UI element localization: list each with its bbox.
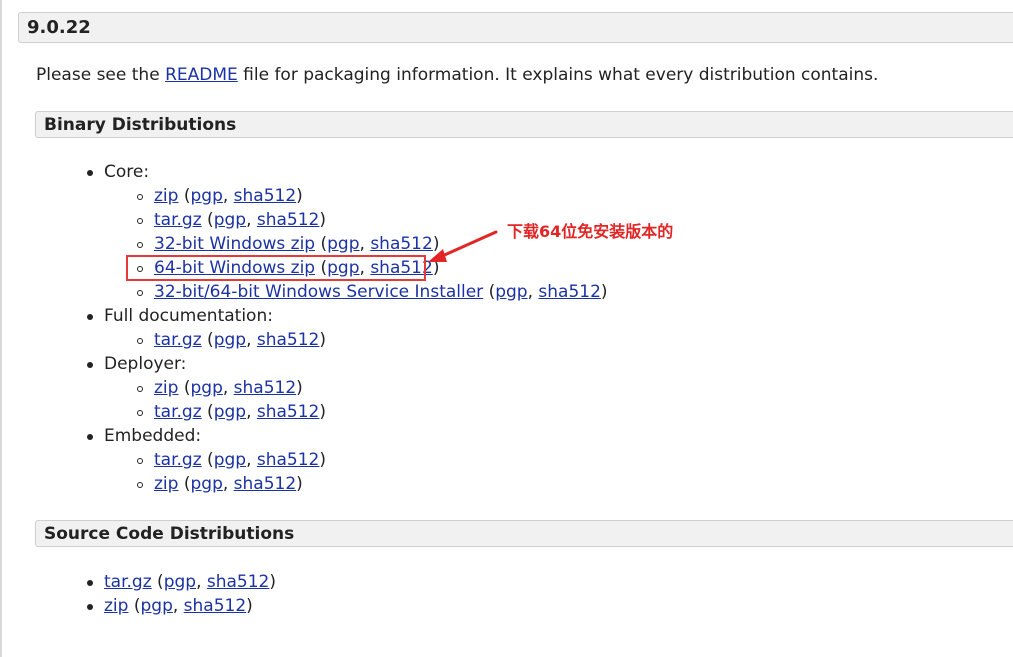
- sha512-link[interactable]: sha512: [257, 330, 320, 350]
- highlight-box: [126, 255, 426, 281]
- version-header: 9.0.22: [18, 12, 1013, 43]
- binary-distributions-title: Binary Distributions: [44, 115, 237, 135]
- bullet-disc: [87, 580, 93, 586]
- deployer-targz-link[interactable]: tar.gz: [154, 402, 202, 422]
- bullet-circle: [137, 338, 143, 344]
- source-targz-link[interactable]: tar.gz: [104, 572, 152, 592]
- sha512-link[interactable]: sha512: [257, 450, 320, 470]
- pgp-link[interactable]: pgp: [214, 210, 246, 230]
- pgp-link[interactable]: pgp: [140, 596, 172, 616]
- sha512-link[interactable]: sha512: [234, 186, 297, 206]
- embedded-targz-link[interactable]: tar.gz: [154, 450, 202, 470]
- download-item: tar.gz (pgp, sha512): [154, 402, 327, 422]
- deployer-zip-link[interactable]: zip: [154, 378, 178, 398]
- sha512-link[interactable]: sha512: [538, 282, 601, 302]
- bullet-disc: [87, 314, 93, 320]
- bullet-disc: [87, 434, 93, 440]
- version-title: 9.0.22: [27, 17, 91, 38]
- core-service-installer-link[interactable]: 32-bit/64-bit Windows Service Installer: [154, 282, 483, 302]
- download-item: zip (pgp, sha512): [104, 596, 253, 616]
- download-item: zip (pgp, sha512): [154, 474, 303, 494]
- pgp-link[interactable]: pgp: [214, 450, 246, 470]
- core-targz-link[interactable]: tar.gz: [154, 210, 202, 230]
- page-left-border: [0, 0, 2, 657]
- sha512-link[interactable]: sha512: [257, 210, 320, 230]
- binary-distributions-header: Binary Distributions: [35, 111, 1013, 138]
- sha512-link[interactable]: sha512: [370, 234, 433, 254]
- annotation-text: 下载64位免安装版本的: [507, 222, 674, 241]
- download-item: zip (pgp, sha512): [154, 378, 303, 398]
- bullet-circle: [137, 242, 143, 248]
- pgp-link[interactable]: pgp: [495, 282, 527, 302]
- sha512-link[interactable]: sha512: [234, 474, 297, 494]
- readme-link[interactable]: README: [165, 65, 238, 85]
- source-distributions-header: Source Code Distributions: [35, 520, 1013, 547]
- sha512-link[interactable]: sha512: [207, 572, 270, 592]
- deployer-label: Deployer:: [104, 354, 187, 374]
- download-item: tar.gz (pgp, sha512): [154, 210, 327, 230]
- pgp-link[interactable]: pgp: [190, 186, 222, 206]
- intro-text-before: Please see the: [36, 65, 166, 85]
- download-item: tar.gz (pgp, sha512): [154, 450, 327, 470]
- full-documentation-label: Full documentation:: [104, 306, 273, 326]
- sha512-link[interactable]: sha512: [184, 596, 247, 616]
- bullet-circle: [137, 458, 143, 464]
- download-item: tar.gz (pgp, sha512): [154, 330, 327, 350]
- fulldoc-targz-link[interactable]: tar.gz: [154, 330, 202, 350]
- annotation-arrow-icon: [428, 230, 498, 262]
- bullet-circle: [137, 194, 143, 200]
- pgp-link[interactable]: pgp: [164, 572, 196, 592]
- bullet-disc: [87, 362, 93, 368]
- pgp-link[interactable]: pgp: [214, 330, 246, 350]
- core-zip-link[interactable]: zip: [154, 186, 178, 206]
- embedded-zip-link[interactable]: zip: [154, 474, 178, 494]
- bullet-circle: [137, 218, 143, 224]
- source-zip-link[interactable]: zip: [104, 596, 128, 616]
- download-item: zip (pgp, sha512): [154, 186, 303, 206]
- embedded-label: Embedded:: [104, 426, 202, 446]
- intro-text-after: file for packaging information. It expla…: [237, 65, 879, 85]
- bullet-disc: [87, 170, 93, 176]
- bullet-circle: [137, 386, 143, 392]
- pgp-link[interactable]: pgp: [190, 378, 222, 398]
- download-item: 32-bit/64-bit Windows Service Installer …: [154, 282, 608, 302]
- core-label: Core:: [104, 162, 150, 182]
- source-distributions-title: Source Code Distributions: [44, 524, 295, 544]
- bullet-disc: [87, 604, 93, 610]
- intro-paragraph: Please see the README file for packaging…: [36, 64, 878, 86]
- bullet-circle: [137, 410, 143, 416]
- sha512-link[interactable]: sha512: [257, 402, 320, 422]
- pgp-link[interactable]: pgp: [327, 234, 359, 254]
- core-win32-zip-link[interactable]: 32-bit Windows zip: [154, 234, 315, 254]
- download-item: tar.gz (pgp, sha512): [104, 572, 277, 592]
- bullet-circle: [137, 482, 143, 488]
- pgp-link[interactable]: pgp: [214, 402, 246, 422]
- sha512-link[interactable]: sha512: [234, 378, 297, 398]
- bullet-circle: [137, 290, 143, 296]
- pgp-link[interactable]: pgp: [190, 474, 222, 494]
- download-item: 32-bit Windows zip (pgp, sha512): [154, 234, 440, 254]
